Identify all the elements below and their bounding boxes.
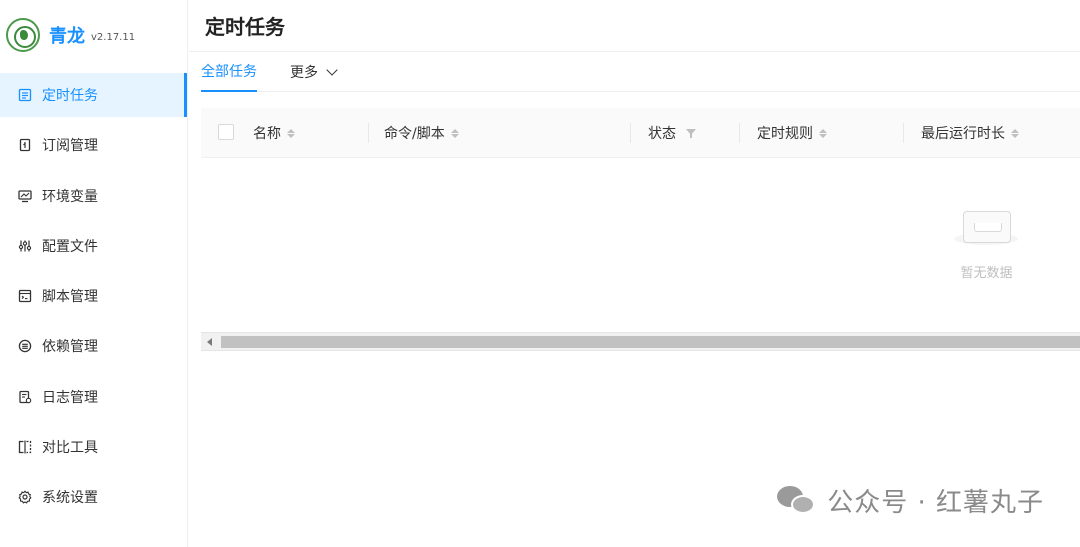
code-file-icon	[17, 289, 32, 304]
calendar-list-icon	[17, 88, 32, 103]
sidebar-item-env[interactable]: 环境变量	[0, 174, 187, 218]
main-content: 定时任务 全部任务 更多 名称 命令/脚本 状态 定时规则 最后运行时长 暂无数…	[189, 0, 1080, 547]
column-label: 名称	[253, 126, 281, 142]
scrollbar-thumb[interactable]	[221, 336, 1080, 348]
horizontal-scrollbar[interactable]	[201, 332, 1080, 351]
column-header-status[interactable]: 状态	[648, 108, 696, 158]
chevron-down-icon	[326, 63, 338, 76]
column-header-name[interactable]: 名称	[253, 108, 295, 158]
sidebar-item-config[interactable]: 配置文件	[0, 224, 187, 268]
column-divider	[739, 123, 740, 143]
monitor-icon	[17, 188, 32, 203]
tab-more-dropdown[interactable]: 更多	[290, 52, 338, 92]
sidebar-nav: 定时任务 订阅管理 环境变量 配置文件 脚本管理 依赖管理 日志管理 对比工具 …	[0, 73, 187, 519]
app-name: 青龙	[49, 26, 85, 47]
column-label: 最后运行时长	[921, 126, 1005, 142]
task-tabs: 全部任务 更多	[201, 52, 1080, 92]
column-label: 定时规则	[757, 126, 813, 142]
sidebar-item-label: 定时任务	[42, 88, 98, 104]
column-divider	[630, 123, 631, 143]
sort-icon[interactable]	[287, 128, 295, 138]
column-label: 状态	[648, 126, 676, 142]
log-icon	[17, 389, 32, 404]
diff-icon	[17, 440, 32, 455]
column-header-schedule[interactable]: 定时规则	[757, 108, 827, 158]
scroll-left-arrow-icon[interactable]	[207, 338, 212, 346]
sidebar-item-dependencies[interactable]: 依赖管理	[0, 324, 187, 368]
sliders-icon	[17, 238, 32, 253]
sidebar-item-diff[interactable]: 对比工具	[0, 425, 187, 469]
empty-state: 暂无数据	[929, 205, 1044, 281]
column-header-command[interactable]: 命令/脚本	[384, 108, 459, 158]
sort-icon[interactable]	[450, 128, 459, 138]
page-header: 定时任务	[189, 0, 1080, 52]
column-divider	[368, 123, 369, 143]
sidebar-item-scripts[interactable]: 脚本管理	[0, 274, 187, 318]
tab-label: 更多	[290, 65, 318, 81]
subscription-icon	[17, 138, 32, 153]
sort-icon[interactable]	[819, 128, 827, 138]
sidebar-item-label: 日志管理	[42, 389, 98, 406]
sidebar-item-cron[interactable]: 定时任务	[0, 73, 187, 117]
wechat-icon	[777, 485, 817, 516]
filter-icon[interactable]	[686, 128, 696, 138]
sidebar-item-label: 依赖管理	[42, 339, 98, 356]
watermark-text: 公众号 · 红薯丸子	[827, 488, 1044, 518]
column-label: 命令/脚本	[384, 126, 445, 142]
sort-icon[interactable]	[1011, 128, 1019, 138]
app-version: v2.17.11	[91, 31, 136, 43]
sidebar-item-logs[interactable]: 日志管理	[0, 375, 187, 419]
tab-all-tasks[interactable]: 全部任务	[201, 52, 257, 92]
gear-icon	[17, 490, 32, 505]
brand: 青龙 v2.17.11	[0, 0, 187, 70]
sidebar-item-label: 对比工具	[42, 440, 98, 457]
empty-inbox-icon	[962, 211, 1011, 243]
column-divider	[903, 123, 904, 143]
sidebar-item-label: 系统设置	[42, 490, 98, 507]
empty-text: 暂无数据	[960, 266, 1013, 281]
table-header: 名称 命令/脚本 状态 定时规则 最后运行时长	[201, 108, 1080, 158]
select-all-checkbox[interactable]	[218, 124, 234, 140]
column-header-last-duration[interactable]: 最后运行时长	[921, 108, 1019, 158]
sidebar-item-settings[interactable]: 系统设置	[0, 475, 187, 519]
sidebar: 青龙 v2.17.11 定时任务 订阅管理 环境变量 配置文件 脚本管理 依赖管…	[0, 0, 188, 547]
sidebar-item-label: 配置文件	[42, 238, 98, 255]
page-title: 定时任务	[205, 15, 285, 39]
sidebar-item-label: 脚本管理	[42, 289, 98, 306]
sidebar-item-label: 环境变量	[42, 188, 98, 205]
watermark: 公众号 · 红薯丸子	[777, 482, 1044, 519]
dragon-logo-icon	[6, 18, 40, 52]
tab-label: 全部任务	[201, 64, 257, 80]
sidebar-item-label: 订阅管理	[42, 138, 98, 155]
sidebar-item-subscriptions[interactable]: 订阅管理	[0, 123, 187, 167]
stack-icon	[17, 339, 32, 354]
